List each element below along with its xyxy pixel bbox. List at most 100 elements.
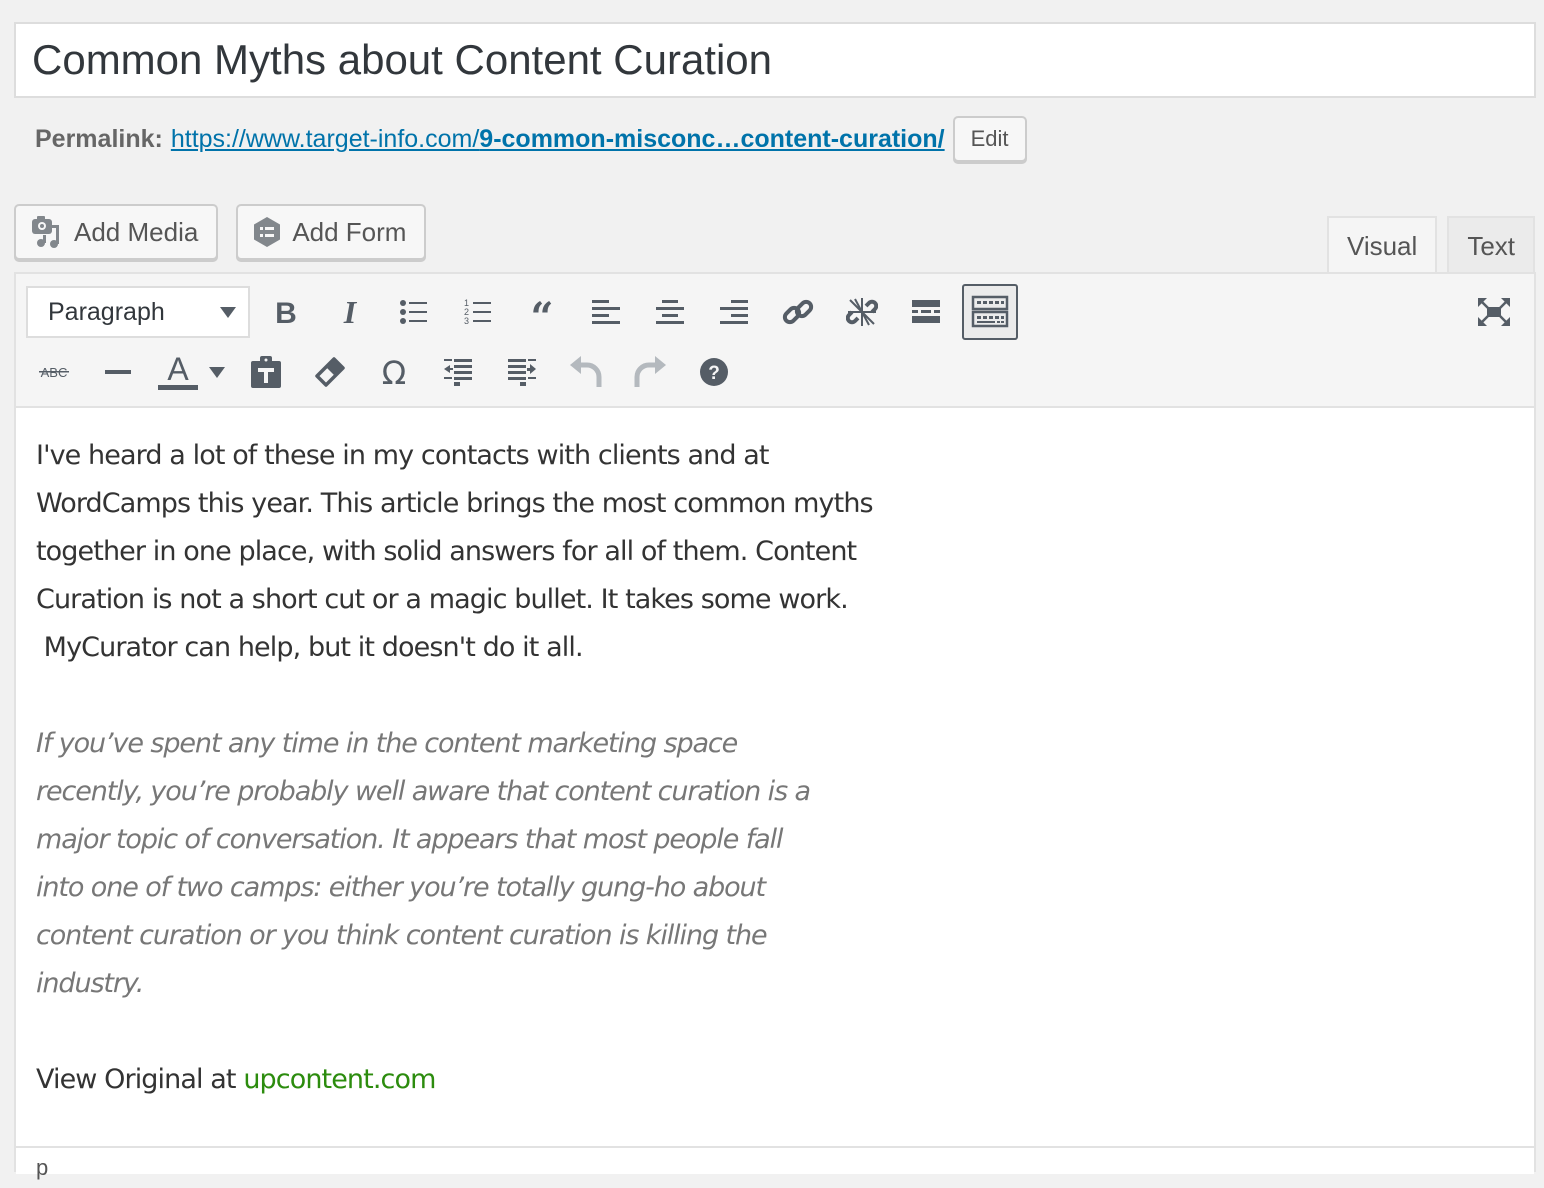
insert-link-button[interactable]: [770, 284, 826, 340]
keyboard-shortcuts-button[interactable]: ?: [686, 344, 742, 400]
outdent-icon: [444, 359, 472, 386]
quote-line: If you’ve spent any time in the content …: [36, 728, 738, 759]
quote-line: recently, you’re probably well aware tha…: [36, 776, 811, 807]
text-color-button[interactable]: A: [154, 344, 202, 400]
remove-link-button[interactable]: [834, 284, 890, 340]
format-select-value: Paragraph: [48, 297, 165, 326]
permalink-label: Permalink:: [35, 124, 163, 153]
increase-indent-button[interactable]: [494, 344, 550, 400]
blockquote-button[interactable]: “: [514, 284, 570, 340]
numbered-list-icon: 123: [464, 298, 491, 326]
svg-text:I: I: [343, 297, 358, 327]
align-center-icon: [656, 300, 684, 324]
horizontal-line-icon: [105, 370, 131, 374]
special-character-button[interactable]: Ω: [366, 344, 422, 400]
intro-line: MyCurator can help, but it doesn't do it…: [36, 632, 584, 663]
read-more-icon: [912, 300, 940, 323]
post-title-input[interactable]: [16, 24, 1534, 96]
indent-icon: [508, 359, 536, 386]
element-path[interactable]: p: [36, 1155, 48, 1180]
fullscreen-icon: [1478, 298, 1510, 326]
text-color-dropdown[interactable]: [204, 344, 230, 400]
text-color-icon: A: [158, 352, 198, 390]
quote-line: into one of two camps: either you’re tot…: [36, 872, 766, 903]
strikethrough-button[interactable]: ABC: [26, 344, 82, 400]
italic-button[interactable]: I: [322, 284, 378, 340]
chevron-down-icon: [220, 306, 236, 318]
undo-button[interactable]: [558, 344, 614, 400]
quote-line: content curation or you think content cu…: [36, 920, 768, 951]
svg-text:B: B: [275, 297, 297, 327]
source-prefix: View Original at: [36, 1064, 244, 1095]
paste-as-text-icon: [251, 356, 281, 388]
source-line: View Original at upcontent.com: [36, 1056, 956, 1104]
permalink-base: https://www.target-info.com/: [170, 124, 480, 153]
svg-text:A: A: [167, 352, 189, 387]
post-title-field[interactable]: [14, 22, 1536, 98]
clear-formatting-button[interactable]: [302, 344, 358, 400]
source-link[interactable]: upcontent.com: [243, 1064, 436, 1095]
add-media-button[interactable]: Add Media: [14, 204, 219, 260]
add-form-icon: [254, 217, 281, 247]
chevron-down-icon: [209, 366, 225, 378]
align-center-button[interactable]: [642, 284, 698, 340]
decrease-indent-button[interactable]: [430, 344, 486, 400]
editor-tabs: Visual Text: [1326, 216, 1535, 274]
bulleted-list-button[interactable]: [386, 284, 442, 340]
paste-as-text-button[interactable]: [238, 344, 294, 400]
intro-line: WordCamps this year. This article brings…: [36, 488, 874, 519]
editor-toolbar: Paragraph B I 123 “ ABC A Ω ?: [16, 274, 1534, 408]
post-editor: Paragraph B I 123 “ ABC A Ω ? I've heard…: [14, 272, 1536, 1180]
blockquote-icon: “: [530, 297, 553, 327]
unlink-icon: [846, 298, 878, 326]
svg-text:3: 3: [464, 316, 469, 326]
editor-content[interactable]: I've heard a lot of these in my contacts…: [16, 408, 976, 1104]
media-buttons: Add Media Add Form: [14, 204, 427, 260]
help-icon: ?: [700, 358, 728, 386]
intro-line: I've heard a lot of these in my contacts…: [36, 440, 770, 471]
toolbar-row-2: ABC A Ω ?: [16, 344, 742, 400]
omega-icon: Ω: [382, 356, 406, 388]
align-left-button[interactable]: [578, 284, 634, 340]
tab-text[interactable]: Text: [1447, 216, 1535, 274]
toolbar-row-1: Paragraph B I 123 “: [16, 284, 1018, 340]
permalink-link[interactable]: https://www.target-info.com/9-common-mis…: [171, 125, 945, 154]
intro-line: Curation is not a short cut or a magic b…: [36, 584, 849, 615]
italic-icon: I: [343, 297, 358, 327]
svg-text:Ω: Ω: [382, 356, 406, 388]
read-more-button[interactable]: [898, 284, 954, 340]
add-media-label: Add Media: [74, 216, 199, 247]
add-form-button[interactable]: Add Form: [236, 204, 427, 260]
svg-text:“: “: [530, 297, 553, 327]
add-media-icon: [32, 216, 59, 248]
redo-button[interactable]: [622, 344, 678, 400]
bold-button[interactable]: B: [258, 284, 314, 340]
permalink-slug: 9-common-misconc…content-curation/: [479, 124, 945, 153]
link-icon: [782, 299, 814, 325]
strikethrough-icon: ABC: [39, 365, 69, 380]
add-form-label: Add Form: [292, 216, 407, 247]
align-right-icon: [720, 300, 748, 324]
toolbar-toggle-button[interactable]: [962, 284, 1018, 340]
intro-line: together in one place, with solid answer…: [36, 536, 857, 567]
align-left-icon: [592, 300, 620, 324]
edit-permalink-button[interactable]: Edit: [952, 116, 1027, 162]
quote-line: industry.: [36, 968, 144, 999]
quote-line: major topic of conversation. It appears …: [36, 824, 783, 855]
numbered-list-button[interactable]: 123: [450, 284, 506, 340]
svg-text:?: ?: [708, 363, 720, 384]
horizontal-line-button[interactable]: [90, 344, 146, 400]
redo-icon: [634, 356, 666, 387]
eraser-icon: [315, 357, 345, 387]
align-right-button[interactable]: [706, 284, 762, 340]
format-select[interactable]: Paragraph: [26, 286, 250, 338]
undo-icon: [570, 356, 602, 387]
permalink-row: Permalink: https://www.target-info.com/9…: [35, 114, 1027, 164]
bold-icon: B: [275, 297, 297, 327]
keyboard-icon: [971, 295, 1009, 328]
bulleted-list-icon: [400, 300, 427, 324]
fullscreen-button[interactable]: [1466, 284, 1522, 340]
tab-visual[interactable]: Visual: [1326, 216, 1438, 274]
